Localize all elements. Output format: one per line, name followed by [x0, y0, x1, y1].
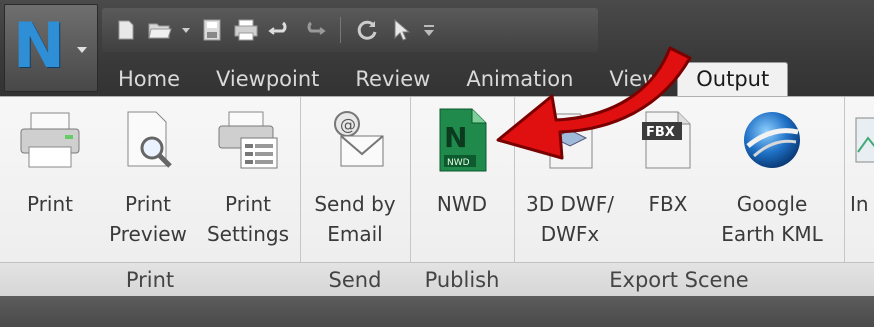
panel-label-partial: [844, 262, 874, 297]
application-menu-button[interactable]: N: [4, 4, 98, 92]
ribbon-panel-area: Print Print Preview Print Settings Print…: [0, 96, 874, 297]
nwd-button[interactable]: N NWD NWD: [416, 105, 508, 219]
redo-icon[interactable]: [300, 16, 328, 44]
dwf-button[interactable]: 3D DWF/DWFx: [518, 105, 622, 249]
fbx-badge: FBX: [646, 125, 675, 140]
image-export-icon: [850, 105, 874, 175]
navisworks-logo-icon: N: [13, 9, 65, 82]
panel-label-send: Send: [300, 262, 410, 297]
panel-label-print: Print: [0, 262, 300, 297]
tool-label: Print: [124, 192, 171, 216]
tab-viewpoint[interactable]: Viewpoint: [198, 62, 337, 96]
tool-label: Send by: [314, 192, 396, 216]
print-icon[interactable]: [232, 16, 260, 44]
panel-label-publish: Publish: [410, 262, 514, 297]
email-icon: @: [320, 105, 390, 175]
tool-label: FBX: [648, 192, 688, 216]
panel-export-scene: 3D DWF/DWFx FBX FBX Google Earth KML Exp…: [514, 97, 845, 297]
new-file-icon[interactable]: [112, 16, 140, 44]
panel-print: Print Print Preview Print Settings Print: [0, 97, 301, 297]
save-icon[interactable]: [198, 16, 226, 44]
tool-label: Settings: [206, 222, 290, 246]
tool-label: Preview: [109, 222, 187, 246]
tool-label: Print: [26, 192, 73, 216]
tab-view[interactable]: View: [591, 62, 677, 96]
open-folder-icon[interactable]: [146, 16, 174, 44]
image-export-button[interactable]: In: [850, 105, 874, 219]
print-settings-icon: [213, 105, 283, 175]
tool-label: Google: [736, 192, 808, 216]
tab-animation[interactable]: Animation: [448, 62, 591, 96]
nwd-badge: NWD: [447, 158, 470, 168]
undo-icon[interactable]: [266, 16, 294, 44]
tool-label: In: [850, 192, 869, 216]
title-bar: N Home Viewpoint Review Animation View O…: [0, 0, 874, 97]
tool-label: Email: [327, 222, 383, 246]
quick-access-toolbar: [102, 8, 598, 52]
toolbar-separator: [340, 17, 341, 43]
chevron-down-icon: [77, 47, 87, 53]
ribbon-tabs: Home Viewpoint Review Animation View Out…: [100, 62, 789, 97]
panel-publish: N NWD NWD Publish: [410, 97, 515, 297]
dwf-icon: [535, 105, 605, 175]
panel-label-export-scene: Export Scene: [514, 262, 844, 297]
print-button[interactable]: Print: [10, 105, 90, 219]
tool-label: Print: [224, 192, 271, 216]
tool-label: DWFx: [540, 222, 600, 246]
tab-home[interactable]: Home: [100, 62, 198, 96]
print-settings-button[interactable]: Print Settings: [200, 105, 296, 249]
nwd-file-icon: N NWD: [427, 105, 497, 175]
dropdown-icon[interactable]: [180, 16, 192, 44]
svg-text:N: N: [444, 121, 467, 154]
print-preview-button[interactable]: Print Preview: [100, 105, 196, 249]
google-earth-kml-button[interactable]: Google Earth KML: [712, 105, 832, 249]
document-area-edge: [0, 296, 874, 327]
select-cursor-icon[interactable]: [387, 16, 415, 44]
fbx-button[interactable]: FBX FBX: [626, 105, 710, 219]
tool-label: NWD: [436, 192, 488, 216]
tool-label: 3D DWF/: [526, 192, 614, 216]
customize-dropdown-icon[interactable]: [421, 16, 437, 44]
fbx-icon: FBX: [633, 105, 703, 175]
refresh-icon[interactable]: [353, 16, 381, 44]
print-preview-icon: [113, 105, 183, 175]
svg-text:@: @: [340, 115, 356, 134]
tool-label: Earth KML: [721, 222, 823, 246]
panel-send: @ Send by Email Send: [300, 97, 411, 297]
panel-partial: In: [844, 97, 874, 297]
google-earth-icon: [737, 105, 807, 175]
send-by-email-button[interactable]: @ Send by Email: [306, 105, 404, 249]
tab-review[interactable]: Review: [337, 62, 448, 96]
tab-output[interactable]: Output: [677, 62, 789, 97]
printer-icon: [15, 105, 85, 175]
